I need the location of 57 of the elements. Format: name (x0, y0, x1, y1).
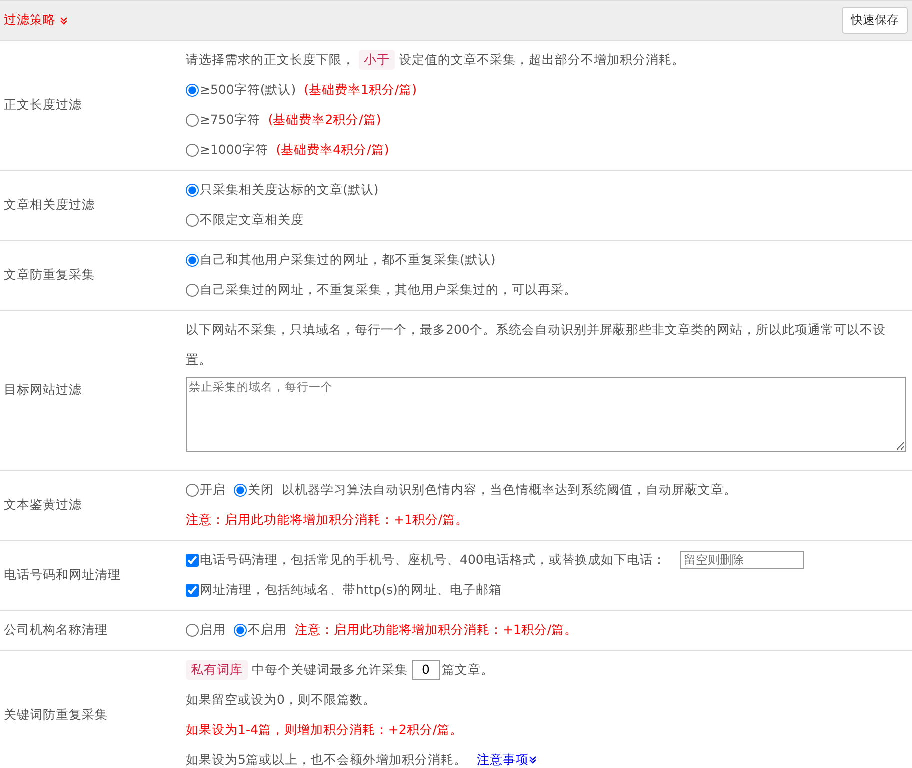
setting-label: 关键词防重复采集 (3, 706, 109, 724)
radio-option[interactable]: ≥500字符(默认) (186, 75, 296, 105)
checkbox-option[interactable]: 电话号码清理，包括常见的手机号、座机号、400电话格式，或替换成如下电话： (186, 545, 666, 575)
phone-input-field[interactable]: 留空则删除 (680, 551, 804, 569)
radio-option[interactable]: ≥750字符 (186, 105, 260, 135)
radio-option[interactable]: 启用 (186, 615, 226, 645)
radio-option[interactable]: 自己和其他用户采集过的网址，都不重复采集(默认) (186, 245, 496, 275)
fee-note: (基础费率2积分/篇) (268, 111, 382, 129)
radio-option[interactable]: 不限定文章相关度 (186, 205, 304, 235)
domain-textarea[interactable]: 禁止采集的域名，每行一个 (186, 377, 906, 452)
radio-button[interactable] (186, 144, 199, 156)
radio-button[interactable] (234, 484, 247, 496)
radio-button[interactable] (186, 284, 199, 296)
setting-label: 文章防重复采集 (3, 266, 96, 284)
description-text: 如果留空或设为0，则不限篇数。 (186, 691, 377, 709)
setting-label: 正文长度过滤 (3, 96, 83, 114)
description-text: 如果设为5篇或以上，也不会额外增加积分消耗。 (186, 751, 467, 768)
radio-option[interactable]: ≥1000字符 (186, 135, 268, 165)
radio-option[interactable]: 自己采集过的网址，不重复采集，其他用户采集过的，可以再采。 (186, 275, 577, 305)
double-chevron-icon (60, 16, 68, 24)
radio-option[interactable]: 关闭 (234, 475, 274, 505)
description-text: 设定值的文章不采集，超出部分不增加积分消耗。 (399, 51, 685, 69)
setting-label: 文章相关度过滤 (3, 196, 96, 214)
description-text: 请选择需求的正文长度下限， (186, 51, 355, 69)
double-chevron-icon (528, 756, 537, 764)
checkbox-option[interactable]: 网址清理，包括纯域名、带http(s)的网址、电子邮箱 (186, 575, 502, 605)
description-text: 以机器学习算法自动识别色情内容，当色情概率达到系统阈值，自动屏蔽文章。 (282, 481, 737, 499)
radio-button[interactable] (186, 624, 199, 636)
highlight-tag: 私有词库 (186, 660, 248, 680)
description-text: 以下网站不采集，只填域名，每行一个，最多200个。系统会自动识别并屏蔽那些非文章类的网站，所以此项通常可以不设置。 (186, 321, 887, 369)
setting-label: 目标网站过滤 (3, 380, 83, 398)
fee-note: 注意：启用此功能将增加积分消耗：+1积分/篇。 (295, 621, 578, 639)
highlight-tag: 小于 (359, 50, 395, 70)
checkbox[interactable] (186, 584, 199, 596)
description-text: 中每个关键词最多允许采集 (252, 661, 408, 679)
fee-note: 注意：启用此功能将增加积分消耗：+1积分/篇。 (186, 511, 469, 529)
fee-note: (基础费率4积分/篇) (276, 141, 390, 159)
radio-button[interactable] (186, 184, 199, 196)
radio-button[interactable] (186, 214, 199, 226)
notes-link[interactable]: 注意事项 (476, 745, 537, 768)
radio-button[interactable] (186, 254, 199, 266)
checkbox[interactable] (186, 554, 199, 566)
fee-note: (基础费率1积分/篇) (304, 81, 418, 99)
radio-option[interactable]: 开启 (186, 475, 226, 505)
radio-option[interactable]: 只采集相关度达标的文章(默认) (186, 175, 379, 205)
number-input-field[interactable]: 0 (412, 660, 440, 680)
radio-option[interactable]: 不启用 (234, 615, 287, 645)
setting-label: 电话号码和网址清理 (3, 566, 122, 584)
setting-label: 公司机构名称清理 (3, 620, 109, 638)
fee-note: 如果设为1-4篇，则增加积分消耗：+2积分/篇。 (186, 721, 464, 739)
radio-button[interactable] (186, 484, 199, 496)
radio-button[interactable] (186, 114, 199, 126)
radio-button[interactable] (234, 624, 247, 636)
description-text: 篇文章。 (442, 661, 494, 679)
radio-button[interactable] (186, 84, 199, 96)
quick-save-button[interactable]: 快速保存 (842, 7, 908, 34)
setting-label: 文本鉴黄过滤 (3, 496, 83, 514)
